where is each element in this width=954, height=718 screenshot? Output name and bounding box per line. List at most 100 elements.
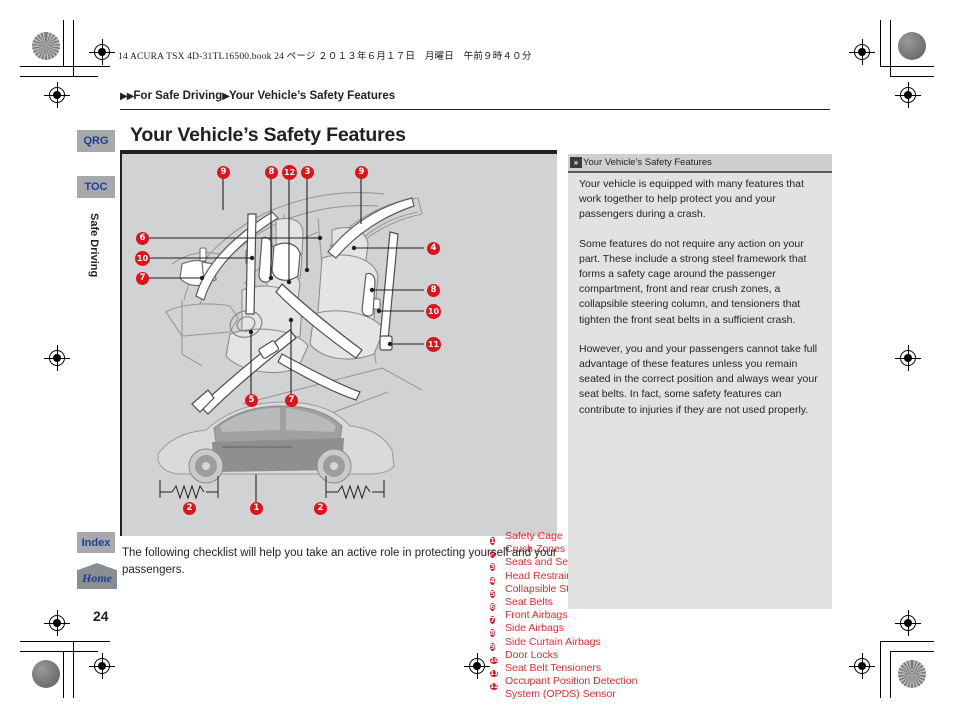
density-dot-top-right <box>898 32 926 60</box>
callout-9-roof-left: 9 <box>217 166 230 179</box>
breadcrumb-arrow-icon-3: ▶ <box>222 91 230 102</box>
legend-bullet-wrap: 11 <box>490 662 505 677</box>
legend-label: Seat Belts <box>505 595 553 608</box>
crop-line-tl-v <box>73 20 74 76</box>
registration-mark-top-center <box>89 39 115 65</box>
callout-2-crush-zone-rear: 2 <box>314 502 327 515</box>
legend-bullet: 12 <box>490 683 499 691</box>
breadcrumb-level-1[interactable]: For Safe Driving <box>133 90 222 102</box>
legend-bullet-wrap: 12 <box>490 675 505 691</box>
info-paragraph-2: Some features do not require any action … <box>579 237 807 326</box>
crop-line-tr-v2 <box>890 20 891 77</box>
legend-item: 7 Front Airbags <box>490 609 675 625</box>
legend-item: 8 Side Airbags <box>490 622 675 638</box>
registration-mark-right-middle <box>895 345 921 371</box>
page-number: 24 <box>93 608 109 624</box>
callout-9-roof-right: 9 <box>355 166 368 179</box>
registration-mark-left-lower <box>44 610 70 636</box>
sidebar-tab-toc[interactable]: TOC <box>77 176 115 198</box>
home-button-label: Home <box>82 570 112 585</box>
registration-mark-bottom-right <box>849 653 875 679</box>
crop-line-tr-h2 <box>890 76 934 77</box>
crop-line-bl-v2 <box>63 651 64 698</box>
crop-line-bl-v <box>73 641 74 698</box>
callout-6-seat-belts: 6 <box>136 232 149 245</box>
callout-8-side-airbag-right: 8 <box>427 284 440 297</box>
crop-line-br-v <box>880 641 881 698</box>
legend-bullet-wrap: 1 <box>490 530 505 545</box>
sidebar-tab-qrg[interactable]: QRG <box>77 130 115 152</box>
callout-11-tensioner: 11 <box>426 337 441 352</box>
legend-label: Side Airbags <box>505 622 564 635</box>
body-paragraph: The following checklist will help you ta… <box>122 547 557 576</box>
density-dot-bottom-left <box>32 660 60 688</box>
info-panel-title: Your Vehicle’s Safety Features <box>583 157 712 168</box>
double-chevron-icon: » <box>570 157 582 168</box>
sedan-side-view <box>157 401 395 500</box>
registration-mark-top-right <box>849 39 875 65</box>
legend-bullet-wrap: 6 <box>490 596 505 611</box>
callout-7-front-airbag: 7 <box>136 272 149 285</box>
legend-label: Side Curtain Airbags <box>505 635 601 648</box>
registration-mark-left-middle <box>44 345 70 371</box>
sidebar-section-label: Safe Driving <box>88 212 100 278</box>
info-panel: » Your Vehicle’s Safety Features Your ve… <box>568 154 832 609</box>
callout-12-opds: 12 <box>282 165 297 180</box>
legend-item: 9 Side Curtain Airbags <box>490 635 675 651</box>
legend-item: 11 Seat Belt Tensioners <box>490 661 675 677</box>
callout-5-steering-column: 5 <box>245 394 258 407</box>
registration-mark-top-left <box>44 82 70 108</box>
legend-label: Seat Belt Tensioners <box>505 661 602 674</box>
breadcrumb-divider <box>120 109 830 110</box>
callout-3-seats: 3 <box>301 166 314 179</box>
legend-item: 10 Door Locks <box>490 648 675 664</box>
sidebar-home-button[interactable]: Home <box>77 563 117 589</box>
crop-line-tl-v2 <box>63 20 64 66</box>
vehicle-cutaway-illustration <box>146 174 424 502</box>
callout-10-door-lock-right: 10 <box>426 304 441 319</box>
registration-mark-bottom-left <box>89 653 115 679</box>
density-dot-bottom-right <box>898 660 926 688</box>
density-dot-top-left <box>32 32 60 60</box>
legend-bullet-wrap: 7 <box>490 609 505 625</box>
crop-line-br-h2 <box>890 651 934 652</box>
legend-label-continuation: System (OPDS) Sensor <box>505 688 616 701</box>
legend-label: Safety Cage <box>505 530 563 542</box>
callout-8-side-airbag: 8 <box>265 166 278 179</box>
crop-line-tr-h <box>880 66 934 67</box>
registration-mark-right-upper <box>895 82 921 108</box>
crop-line-br-v2 <box>890 651 891 698</box>
sidebar-tab-index[interactable]: Index <box>77 532 115 553</box>
legend-bullet-wrap: 10 <box>490 649 505 664</box>
legend-label: Occupant Position Detection <box>505 675 638 688</box>
crop-line-bl-h <box>20 641 110 642</box>
callout-7-front-airbag-2: 7 <box>285 394 298 407</box>
legend-bullet-wrap: 5 <box>490 583 505 598</box>
callout-4-head-restraint: 4 <box>427 242 440 255</box>
printer-book-header: 14 ACURA TSX 4D-31TL16500.book 24 ページ ２０… <box>118 52 532 62</box>
callout-2-crush-zone-front: 2 <box>183 502 196 515</box>
legend-label: Front Airbags <box>505 609 568 622</box>
breadcrumb-level-2[interactable]: Your Vehicle’s Safety Features <box>229 90 395 102</box>
crop-line-tl-h <box>20 66 110 67</box>
registration-mark-bottom-center <box>464 653 490 679</box>
info-panel-header: » Your Vehicle’s Safety Features <box>568 154 832 171</box>
crop-line-br-h <box>880 641 934 642</box>
callout-1-safety-cage: 1 <box>250 502 263 515</box>
crop-line-tr-v <box>880 20 881 67</box>
info-paragraph-3: However, you and your passengers cannot … <box>579 342 818 416</box>
safety-features-figure: 9 8 12 3 9 6 10 7 4 8 10 11 5 7 2 1 2 1S… <box>120 152 638 700</box>
legend-item: 12 Occupant Position Detection <box>490 675 675 691</box>
breadcrumb: ▶▶For Safe Driving▶Your Vehicle’s Safety… <box>120 90 395 102</box>
crop-line-bl-h2 <box>20 651 98 652</box>
page-title: Your Vehicle’s Safety Features <box>130 124 406 146</box>
legend-bullet-wrap: 9 <box>490 636 505 651</box>
registration-mark-right-lower <box>895 610 921 636</box>
legend-label: Door Locks <box>505 648 559 661</box>
callout-10-door-lock-left: 10 <box>135 251 150 266</box>
breadcrumb-arrow-icon: ▶ <box>120 91 128 102</box>
crop-line-tl-h2 <box>20 76 98 77</box>
info-panel-divider <box>568 171 832 173</box>
legend-bullet-wrap: 8 <box>490 622 505 638</box>
info-panel-body: Your vehicle is equipped with many featu… <box>579 177 822 432</box>
